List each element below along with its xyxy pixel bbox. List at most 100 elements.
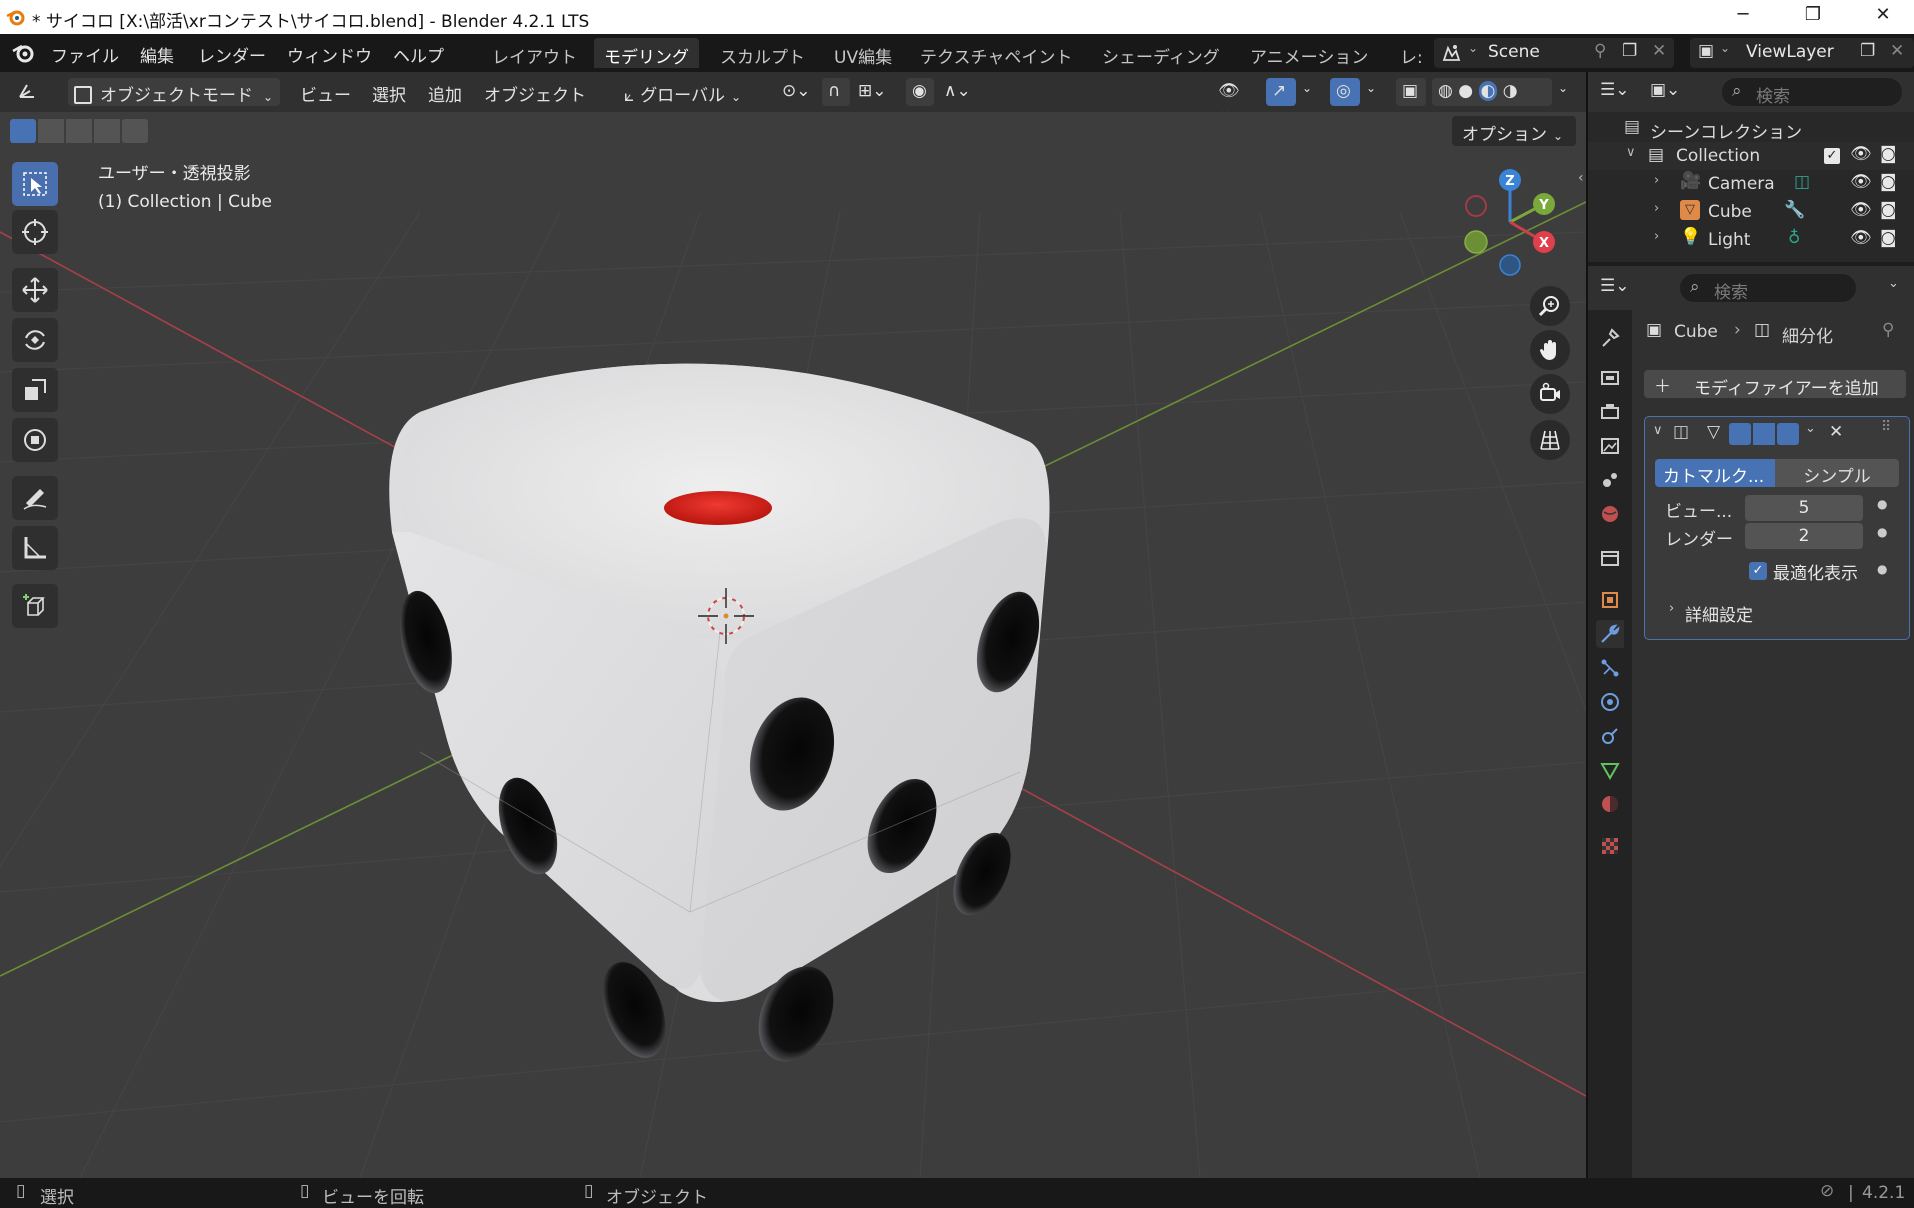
render-levels-field[interactable]: 2 [1745,523,1863,549]
edit-mode-toggle-icon[interactable] [1729,423,1751,445]
camera-render-icon[interactable]: ◙ [1880,144,1897,164]
tab-mesh-data[interactable] [1596,756,1624,784]
view-layer-selector[interactable]: ▣ ⌄ ViewLayer ❐ ✕ [1690,38,1914,68]
select-extend-icon[interactable] [38,119,64,143]
viewport-levels-field[interactable]: 5 [1745,495,1863,521]
proportional-edit-toggle[interactable]: ◉ [906,78,934,106]
menu-select[interactable]: 選択 [366,78,412,106]
eye-icon[interactable]: 👁 [1850,144,1872,164]
rendered-shading-icon[interactable]: ◑ [1503,81,1518,101]
tab-texture[interactable] [1596,832,1624,860]
falloff-button[interactable]: ∧⌄ [938,78,978,106]
tab-collection[interactable] [1596,544,1624,572]
menu-edit[interactable]: 編集 [140,42,174,67]
tool-cursor[interactable] [12,210,58,254]
zoom-button[interactable] [1530,286,1570,326]
eye-icon[interactable]: 👁 [1850,172,1872,192]
xray-toggle[interactable]: ▣ [1396,78,1426,106]
mode-selector[interactable]: オブジェクトモード ⌄ [68,78,280,106]
tab-scene[interactable] [1596,466,1624,494]
chevron-right-icon[interactable]: › [1654,201,1659,216]
tab-physics[interactable] [1596,688,1624,716]
display-mode-icon[interactable]: ▣⌄ [1650,80,1680,100]
menu-view[interactable]: ビュー [294,78,357,106]
tab-output[interactable] [1596,398,1624,426]
snap-toggle[interactable]: ∩ [822,78,850,106]
options-button[interactable]: オプション ⌄ [1452,116,1576,146]
keyframe-dot-icon[interactable]: ● [1877,525,1887,539]
3d-viewport[interactable]: Z Y X ‹ ユーザー・透視投影 (1) Collection | Cube … [0,112,1586,1178]
tool-select-box[interactable] [12,162,58,206]
close-window-button[interactable]: ✕ [1860,4,1906,30]
tab-tool[interactable] [1596,324,1624,352]
transform-orientation-selector[interactable]: ⟀ グローバル ⌄ [618,78,764,106]
menu-help[interactable]: ヘルプ [393,42,444,67]
snap-target-button[interactable]: ⊞⌄ [852,78,898,106]
properties-search-field[interactable]: ⌕ 検索 [1680,274,1856,303]
select-subtract-icon[interactable] [66,119,92,143]
tab-material[interactable] [1596,790,1624,818]
editor-type-button[interactable]: ⌄ [10,78,58,120]
minimize-button[interactable]: ─ [1720,4,1766,30]
camera-render-icon[interactable]: ◙ [1880,228,1897,248]
wrench-modifier-icon[interactable]: 🔧 [1784,200,1805,220]
camera-render-icon[interactable]: ◙ [1880,172,1897,192]
eye-icon[interactable]: 👁 [1850,200,1872,220]
outliner-object-camera[interactable]: › 🎥 Camera ◫ 👁 ◙ [1588,170,1914,198]
tab-modeling[interactable]: モデリング [594,38,699,68]
sidebar-toggle-icon[interactable]: ‹ [1578,170,1584,186]
camera-data-icon[interactable]: ◫ [1794,172,1810,192]
gizmo-toggle[interactable]: ↗ [1266,78,1296,106]
tool-rotate[interactable] [12,318,58,362]
select-intersect-icon[interactable] [122,119,148,143]
eye-icon[interactable]: 👁 [1850,228,1872,248]
tool-annotate[interactable] [12,476,58,520]
viewport-canvas[interactable]: Z Y X ‹ [0,112,1586,1178]
realtime-display-icon[interactable] [1753,423,1775,445]
tool-transform[interactable] [12,418,58,462]
visibility-button[interactable]: 👁⌄ [1212,78,1256,121]
light-data-icon[interactable]: ♁ [1788,228,1800,248]
optimal-display-checkbox[interactable]: ✓ [1749,562,1767,580]
tab-shading[interactable]: シェーディング [1092,38,1230,68]
tool-measure[interactable] [12,526,58,570]
chevron-down-icon[interactable]: ⌄ [1888,276,1899,291]
new-view-layer-icon[interactable]: ❐ [1860,41,1875,61]
pan-button[interactable] [1530,330,1570,370]
properties-editor-type-icon[interactable]: ☰⌄ [1600,276,1629,296]
tab-rendering-overflow[interactable]: レ: [1390,38,1433,68]
simple-option[interactable]: シンプル [1775,459,1899,487]
select-new-icon[interactable] [10,119,36,143]
edit-mode-cage-icon[interactable]: ▽ [1707,422,1720,442]
tab-sculpt[interactable]: スカルプト [710,38,815,68]
tab-layout[interactable]: レイアウト [482,38,587,68]
tab-particles[interactable] [1596,654,1624,682]
menu-object[interactable]: オブジェクト [478,78,592,106]
blender-menu-icon[interactable] [12,42,36,64]
maximize-button[interactable]: ❐ [1790,4,1836,30]
tab-texture-paint[interactable]: テクスチャペイント [910,38,1082,68]
outliner-editor-type-icon[interactable]: ☰⌄ [1600,80,1629,100]
tab-modifiers[interactable] [1596,620,1624,648]
camera-render-icon[interactable]: ◙ [1880,200,1897,220]
scene-selector[interactable]: ⌄ Scene ⚲ ❐ ✕ [1434,38,1674,68]
select-invert-icon[interactable] [94,119,120,143]
render-toggle-icon[interactable] [1777,423,1799,445]
pin-icon[interactable]: ⚲ [1882,320,1894,340]
drag-handle-icon[interactable]: ⠿ [1881,419,1891,435]
tab-constraints[interactable] [1596,722,1624,750]
chevron-down-icon[interactable]: ⌄ [1360,78,1382,106]
tab-uv-editing[interactable]: UV編集 [824,38,902,68]
tool-add-cube[interactable] [12,584,58,628]
tab-view-layer[interactable] [1596,432,1624,460]
chevron-right-icon[interactable]: › [1654,173,1659,188]
perspective-toggle-button[interactable] [1530,420,1570,460]
menu-add[interactable]: 追加 [422,78,468,106]
chevron-right-icon[interactable]: › [1654,229,1659,244]
chevron-down-icon[interactable]: ⌄ [1805,421,1816,436]
chevron-down-icon[interactable]: ∨ [1653,423,1663,438]
delete-scene-icon[interactable]: ✕ [1652,41,1666,61]
tool-scale[interactable] [12,368,58,412]
dice-cube-object[interactable] [389,363,1050,1074]
outliner-collection-row[interactable]: ∨ ▤ Collection ✓ 👁 ◙ [1588,142,1914,170]
